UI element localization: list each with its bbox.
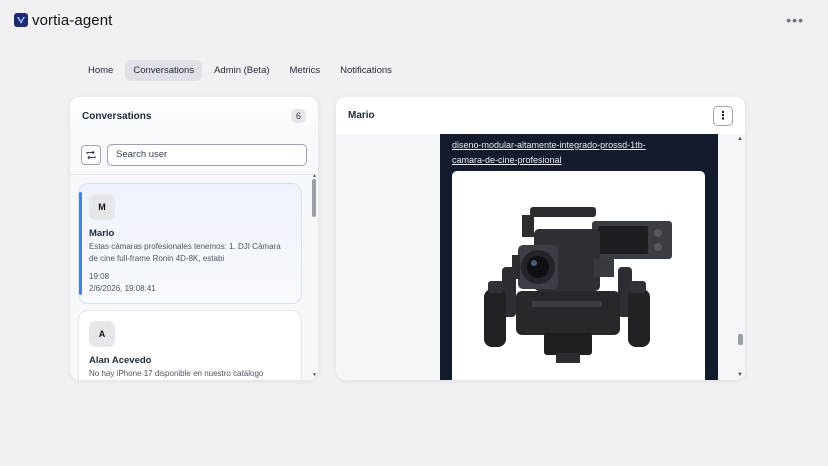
conversation-list[interactable]: M Mario Estas cámaras profesionales tene… [70, 175, 318, 380]
conversation-name: Mario [89, 228, 115, 239]
scroll-down-arrow[interactable]: ▼ [737, 372, 743, 378]
conversation-name: Alan Acevedo [89, 355, 152, 366]
v-logo-icon [14, 13, 28, 27]
chat-title: Mario [348, 110, 375, 121]
conversation-datetime: 2/6/2026, 19:08:41 [89, 283, 156, 293]
more-vertical-icon[interactable]: ⋮ [713, 105, 733, 126]
tab-conversations[interactable]: Conversations [125, 60, 203, 81]
conversations-title: Conversations [82, 110, 152, 122]
search-user-input[interactable] [107, 143, 307, 166]
conversation-preview: No hay iPhone 17 disponible en nuestro c… [89, 369, 264, 378]
cinema-camera-image[interactable] [452, 171, 705, 380]
main-nav-tabs: Home Conversations Admin (Beta) Metrics … [80, 60, 400, 81]
tab-metrics[interactable]: Metrics [282, 60, 329, 81]
refresh-button[interactable] [81, 144, 101, 165]
scroll-up-arrow[interactable]: ▲ [737, 136, 743, 142]
chat-panel: Mario ⋮ diseno-modular-altamente-integra… [336, 97, 745, 380]
conversation-item-alan-acevedo[interactable]: A Alan Acevedo No hay iPhone 17 disponib… [78, 310, 302, 380]
conversations-count-badge: 6 [290, 109, 306, 123]
top-bar: vortia-agent ••• [0, 0, 828, 40]
refresh-icon [86, 150, 96, 159]
avatar: A [89, 321, 115, 347]
product-link[interactable]: diseno-modular-altamente-integrado-pross… [452, 138, 712, 168]
chat-messages[interactable]: diseno-modular-altamente-integrado-pross… [336, 134, 745, 380]
chat-scrollbar-thumb[interactable] [738, 334, 743, 345]
conversations-panel: Conversations 6 M Mario Estas cámaras pr… [70, 97, 318, 380]
conversations-header: Conversations 6 [70, 97, 318, 135]
conversation-preview: Estas cámaras profesionales tenemos: 1. … [89, 242, 281, 263]
conversation-list-scrollbar[interactable] [312, 179, 316, 217]
app-title: vortia-agent [32, 11, 113, 29]
search-bar [70, 135, 318, 175]
tab-admin-beta[interactable]: Admin (Beta) [206, 60, 277, 81]
tab-notifications[interactable]: Notifications [332, 60, 400, 81]
tab-home[interactable]: Home [80, 60, 121, 81]
message-bubble: diseno-modular-altamente-integrado-pross… [440, 134, 718, 380]
conversation-time: 19:08 [89, 272, 110, 281]
scroll-down-arrow[interactable]: ▼ [312, 372, 317, 378]
chat-header: Mario ⋮ [336, 97, 745, 134]
more-horizontal-icon[interactable]: ••• [786, 12, 804, 28]
avatar: M [89, 194, 115, 220]
conversation-item-mario[interactable]: M Mario Estas cámaras profesionales tene… [78, 183, 302, 304]
